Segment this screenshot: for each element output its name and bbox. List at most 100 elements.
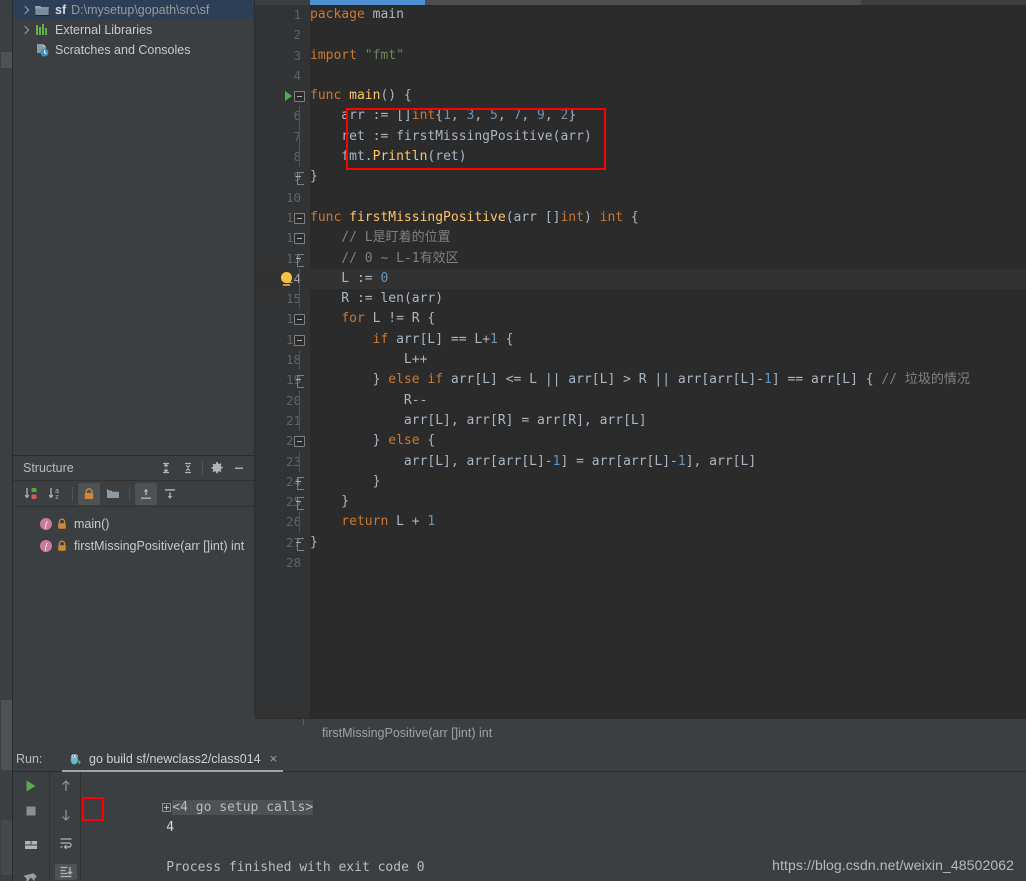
- structure-item-firstMissingPositive[interactable]: f firstMissingPositive(arr []int) int: [13, 535, 254, 557]
- run-tab-go-build[interactable]: go build sf/newclass2/class014 ×: [62, 746, 284, 772]
- code-editor[interactable]: 1234567891011121314151617181920212223242…: [255, 0, 1026, 718]
- close-icon[interactable]: ×: [270, 751, 278, 766]
- folder-icon: [34, 2, 50, 18]
- breadcrumb[interactable]: firstMissingPositive(arr []int) int: [255, 718, 1026, 746]
- code-line-3[interactable]: import "fmt": [310, 46, 1026, 66]
- layout-button[interactable]: [20, 837, 42, 853]
- fold-end-icon[interactable]: [294, 172, 305, 186]
- run-gutter-icon[interactable]: [285, 91, 292, 102]
- code-line-19[interactable]: } else if arr[L] <= L || arr[L] > R || a…: [296, 370, 1026, 390]
- tree-item-scratches[interactable]: Scratches and Consoles: [13, 40, 254, 60]
- gutter-line-23[interactable]: 23: [255, 452, 310, 472]
- fold-toggle-icon[interactable]: [294, 314, 305, 326]
- prev-occurrence-button[interactable]: [55, 778, 77, 795]
- fold-toggle-icon[interactable]: [294, 233, 305, 245]
- fold-end-icon[interactable]: [294, 497, 305, 511]
- gutter-line-15[interactable]: 15: [255, 289, 310, 309]
- code-line-4[interactable]: [310, 66, 1026, 86]
- gutter-line-28[interactable]: 28: [255, 553, 310, 573]
- code-line-28[interactable]: [310, 553, 1026, 573]
- code-line-17[interactable]: if arr[L] == L+1 {: [294, 330, 1026, 350]
- gutter-line-10[interactable]: 10: [255, 188, 310, 208]
- code-line-15[interactable]: R := len(arr): [299, 289, 1026, 310]
- code-line-27[interactable]: }: [296, 533, 1026, 553]
- gutter-line-18[interactable]: 18: [255, 350, 310, 370]
- code-line-14[interactable]: L := 0: [299, 268, 1026, 290]
- code-line-8[interactable]: fmt.Println(ret): [299, 147, 1026, 168]
- expand-all-icon[interactable]: [155, 457, 177, 479]
- code-line-9[interactable]: }: [296, 167, 1026, 187]
- code-line-11[interactable]: func firstMissingPositive(arr []int) int…: [294, 208, 1026, 228]
- structure-item-main[interactable]: f main(): [13, 513, 254, 535]
- code-line-7[interactable]: ret := firstMissingPositive(arr): [299, 126, 1026, 148]
- soft-wrap-button[interactable]: [55, 835, 77, 852]
- code-line-20[interactable]: R--: [299, 390, 1026, 411]
- code-token: ,: [450, 108, 467, 124]
- collapse-all-icon[interactable]: [177, 457, 199, 479]
- show-inherited-icon[interactable]: [135, 482, 157, 505]
- tool-strip-terminal-tab[interactable]: [1, 820, 12, 875]
- code-line-6[interactable]: arr := []int{1, 3, 5, 7, 9, 2}: [299, 106, 1026, 127]
- code-line-22[interactable]: } else {: [294, 431, 1026, 451]
- gutter-line-6[interactable]: 6: [255, 106, 310, 126]
- code-line-16[interactable]: for L != R {: [294, 309, 1026, 329]
- sort-by-visibility-icon[interactable]: [21, 483, 43, 505]
- code-line-18[interactable]: L++: [299, 350, 1026, 371]
- chevron-right-icon[interactable]: [19, 4, 32, 17]
- group-by-file-icon[interactable]: [102, 483, 124, 505]
- editor-gutter[interactable]: 1234567891011121314151617181920212223242…: [255, 5, 310, 718]
- intention-bulb-icon[interactable]: [281, 271, 292, 286]
- code-line-10[interactable]: [310, 188, 1026, 208]
- fold-toggle-icon[interactable]: [294, 212, 305, 224]
- rerun-button[interactable]: [20, 778, 42, 794]
- minimize-icon[interactable]: [228, 457, 250, 479]
- tool-strip-structure-tab[interactable]: [1, 52, 12, 68]
- fold-toggle-icon[interactable]: [294, 334, 305, 346]
- code-line-21[interactable]: arr[L], arr[R] = arr[R], arr[L]: [299, 410, 1026, 432]
- editor-code-area[interactable]: package main import "fmt" func main() { …: [294, 5, 1026, 718]
- scroll-to-end-button[interactable]: [54, 863, 77, 880]
- fold-end-icon[interactable]: [294, 375, 305, 389]
- show-anonymous-icon[interactable]: [159, 483, 181, 505]
- structure-item-label: main(): [74, 517, 110, 531]
- code-line-24[interactable]: }: [296, 472, 1026, 492]
- code-line-1[interactable]: package main: [310, 5, 1026, 25]
- fold-end-icon[interactable]: [294, 476, 305, 490]
- next-occurrence-button[interactable]: [55, 807, 77, 824]
- show-non-public-icon[interactable]: [78, 482, 100, 505]
- code-line-26[interactable]: return L + 1: [299, 512, 1026, 533]
- code-token: "fmt": [364, 47, 404, 63]
- sort-alphabetically-icon[interactable]: a z: [45, 483, 67, 505]
- code-line-12[interactable]: // L是盯着的位置: [294, 228, 1026, 248]
- fold-toggle-icon[interactable]: [294, 436, 305, 448]
- code-line-5[interactable]: func main() {: [294, 86, 1026, 106]
- gutter-line-4[interactable]: 4: [255, 66, 310, 86]
- tree-item-external-libraries[interactable]: External Libraries: [13, 20, 254, 40]
- gutter-line-1[interactable]: 1: [255, 5, 310, 25]
- tool-strip-run-tab[interactable]: [1, 700, 12, 770]
- fold-end-icon[interactable]: [294, 253, 305, 267]
- gear-icon[interactable]: [206, 457, 228, 479]
- gutter-line-14[interactable]: 14: [255, 268, 310, 290]
- gutter-line-2[interactable]: 2: [255, 25, 310, 45]
- gutter-line-8[interactable]: 8: [255, 147, 310, 167]
- code-line-2[interactable]: [310, 25, 1026, 45]
- code-line-23[interactable]: arr[L], arr[arr[L]-1] = arr[arr[L]-1], a…: [299, 451, 1026, 472]
- gutter-line-21[interactable]: 21: [255, 411, 310, 431]
- tree-item-sf[interactable]: sf D:\mysetup\gopath\src\sf: [13, 0, 254, 20]
- code-token: ,: [544, 108, 561, 124]
- gutter-line-20[interactable]: 20: [255, 391, 310, 411]
- chevron-right-icon[interactable]: [19, 24, 32, 37]
- code-line-13[interactable]: // 0 ~ L-1有效区: [296, 249, 1026, 269]
- gutter-line-3[interactable]: 3: [255, 46, 310, 66]
- tool-strip-project-tab[interactable]: [1, 4, 12, 48]
- gutter-line-7[interactable]: 7: [255, 127, 310, 147]
- pin-button[interactable]: [20, 871, 42, 881]
- stop-button[interactable]: [20, 803, 42, 819]
- fold-toggle-icon[interactable]: [294, 91, 305, 103]
- console-setup-line[interactable]: <4 go setup calls>: [82, 778, 1026, 815]
- code-line-25[interactable]: }: [296, 492, 1026, 512]
- gutter-line-26[interactable]: 26: [255, 512, 310, 532]
- code-token: Println: [372, 149, 428, 165]
- fold-end-icon[interactable]: [294, 537, 305, 551]
